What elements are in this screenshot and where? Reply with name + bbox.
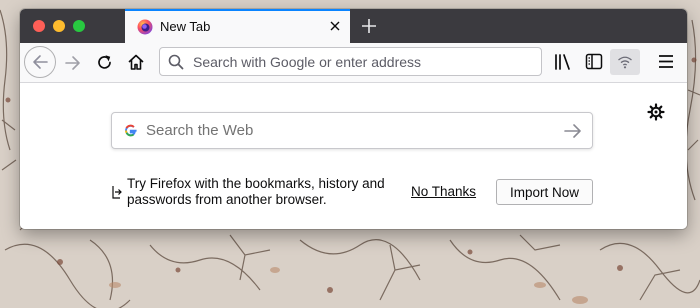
firefox-logo-icon xyxy=(137,19,153,35)
tab-title: New Tab xyxy=(160,19,211,34)
search-submit-arrow-icon[interactable] xyxy=(564,123,582,139)
tab-strip: New Tab xyxy=(20,9,687,43)
home-icon[interactable] xyxy=(126,52,146,72)
web-search-box[interactable] xyxy=(111,112,593,149)
url-bar[interactable] xyxy=(159,47,542,76)
gear-icon[interactable] xyxy=(647,103,665,121)
plus-icon[interactable] xyxy=(358,15,380,37)
no-thanks-link[interactable]: No Thanks xyxy=(411,184,476,199)
sidebar-icon[interactable] xyxy=(585,53,603,70)
back-arrow-icon[interactable] xyxy=(23,45,57,79)
browser-window: New Tab Search with Google or enter addr… xyxy=(20,9,687,229)
library-icon[interactable] xyxy=(553,53,573,71)
zoom-window-button[interactable] xyxy=(73,20,85,32)
search-icon xyxy=(168,54,184,70)
google-icon xyxy=(125,124,137,137)
web-search-input[interactable] xyxy=(146,113,546,148)
import-message: Try Firefox with the bookmarks, history … xyxy=(127,176,385,207)
import-icon xyxy=(112,186,122,199)
close-icon[interactable] xyxy=(326,17,344,35)
tab-new-tab[interactable]: New Tab xyxy=(125,9,350,43)
close-window-button[interactable] xyxy=(33,20,45,32)
forward-arrow-icon[interactable] xyxy=(63,53,83,73)
import-now-button[interactable]: Import Now xyxy=(496,179,593,205)
navigation-toolbar xyxy=(20,43,687,83)
minimize-window-button[interactable] xyxy=(53,20,65,32)
new-tab-page: Try Firefox with the bookmarks, history … xyxy=(20,83,687,229)
url-input[interactable] xyxy=(193,48,533,75)
reload-icon[interactable] xyxy=(95,53,114,72)
wifi-button[interactable] xyxy=(610,49,640,75)
wifi-icon xyxy=(618,56,632,69)
hamburger-menu-icon[interactable] xyxy=(658,54,674,69)
